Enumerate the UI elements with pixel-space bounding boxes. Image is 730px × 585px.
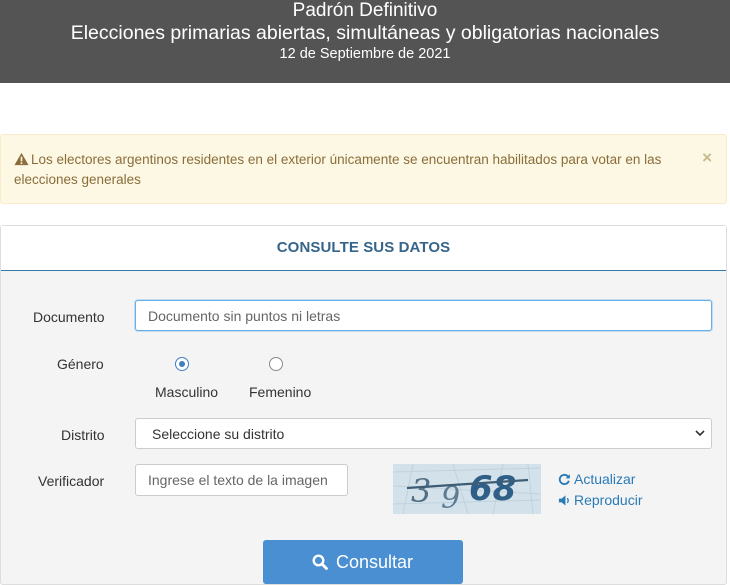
warning-alert: Los electores argentinos residentes en e… [0, 134, 727, 204]
genero-label: Género [57, 356, 104, 372]
reproducir-label[interactable]: Reproducir [574, 492, 642, 508]
search-icon [312, 554, 328, 570]
documento-label: Documento [33, 309, 105, 325]
masculino-label[interactable]: Masculino [155, 384, 218, 400]
page-header: Padrón Definitivo Elecciones primarias a… [0, 0, 730, 83]
svg-text:3: 3 [411, 472, 431, 510]
actualizar-label[interactable]: Actualizar [574, 471, 635, 487]
alert-message: Los electores argentinos residentes en e… [14, 152, 662, 187]
panel-title: CONSULTE SUS DATOS [276, 239, 451, 256]
distrito-label: Distrito [61, 427, 105, 443]
panel-header: CONSULTE SUS DATOS [1, 226, 726, 271]
chevron-down-icon [695, 430, 705, 437]
masculino-radio[interactable] [175, 357, 189, 371]
refresh-icon [558, 473, 570, 485]
page-title: Padrón Definitivo [292, 0, 438, 21]
femenino-label[interactable]: Femenino [249, 384, 311, 400]
documento-input[interactable] [135, 300, 712, 331]
verificador-input[interactable] [135, 464, 348, 496]
consulta-panel: CONSULTE SUS DATOS [0, 225, 727, 585]
election-date: 12 de Septiembre de 2021 [279, 46, 451, 62]
distrito-selected-value: Seleccione su distrito [152, 426, 285, 442]
close-icon[interactable]: × [702, 149, 712, 167]
distrito-select[interactable]: Seleccione su distrito [135, 418, 712, 449]
consultar-button[interactable]: Consultar [263, 540, 463, 584]
election-name: Elecciones primarias abiertas, simultáne… [70, 22, 660, 44]
femenino-radio[interactable] [269, 357, 283, 371]
svg-text:68: 68 [469, 469, 516, 509]
volume-icon [558, 495, 569, 506]
captcha-image: 3 9 68 [392, 463, 542, 516]
verificador-label: Verificador [38, 473, 105, 489]
